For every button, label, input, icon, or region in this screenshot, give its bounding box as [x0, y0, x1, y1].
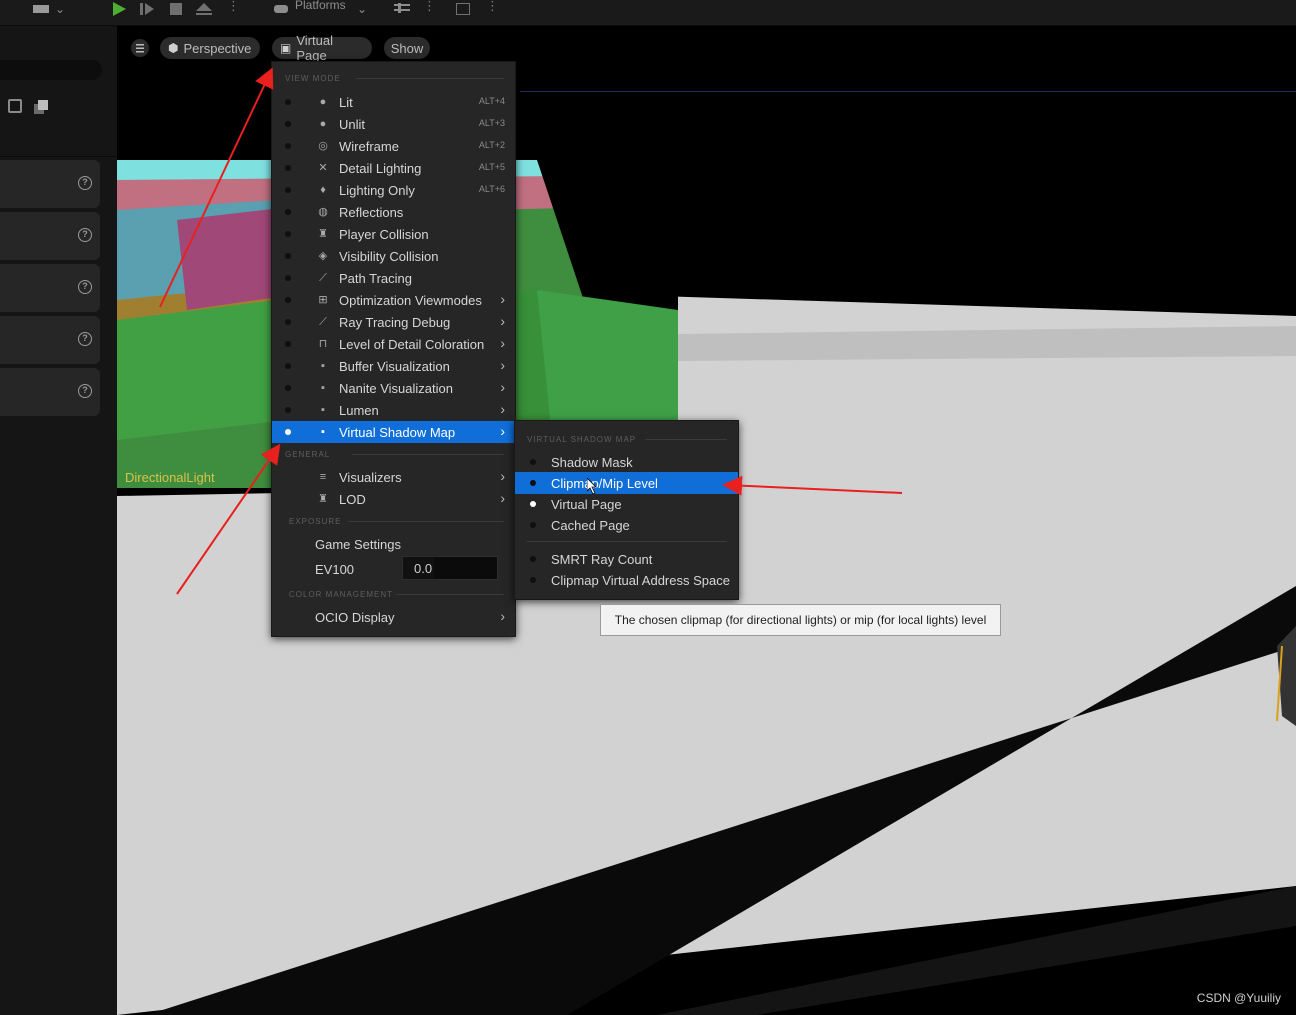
annotation-arrow [159, 67, 274, 308]
annotation-arrow [176, 443, 281, 595]
annotation-arrow [722, 475, 903, 496]
annotation-arrows [159, 67, 903, 595]
watermark: CSDN @Yuuiliy [1196, 991, 1281, 1005]
